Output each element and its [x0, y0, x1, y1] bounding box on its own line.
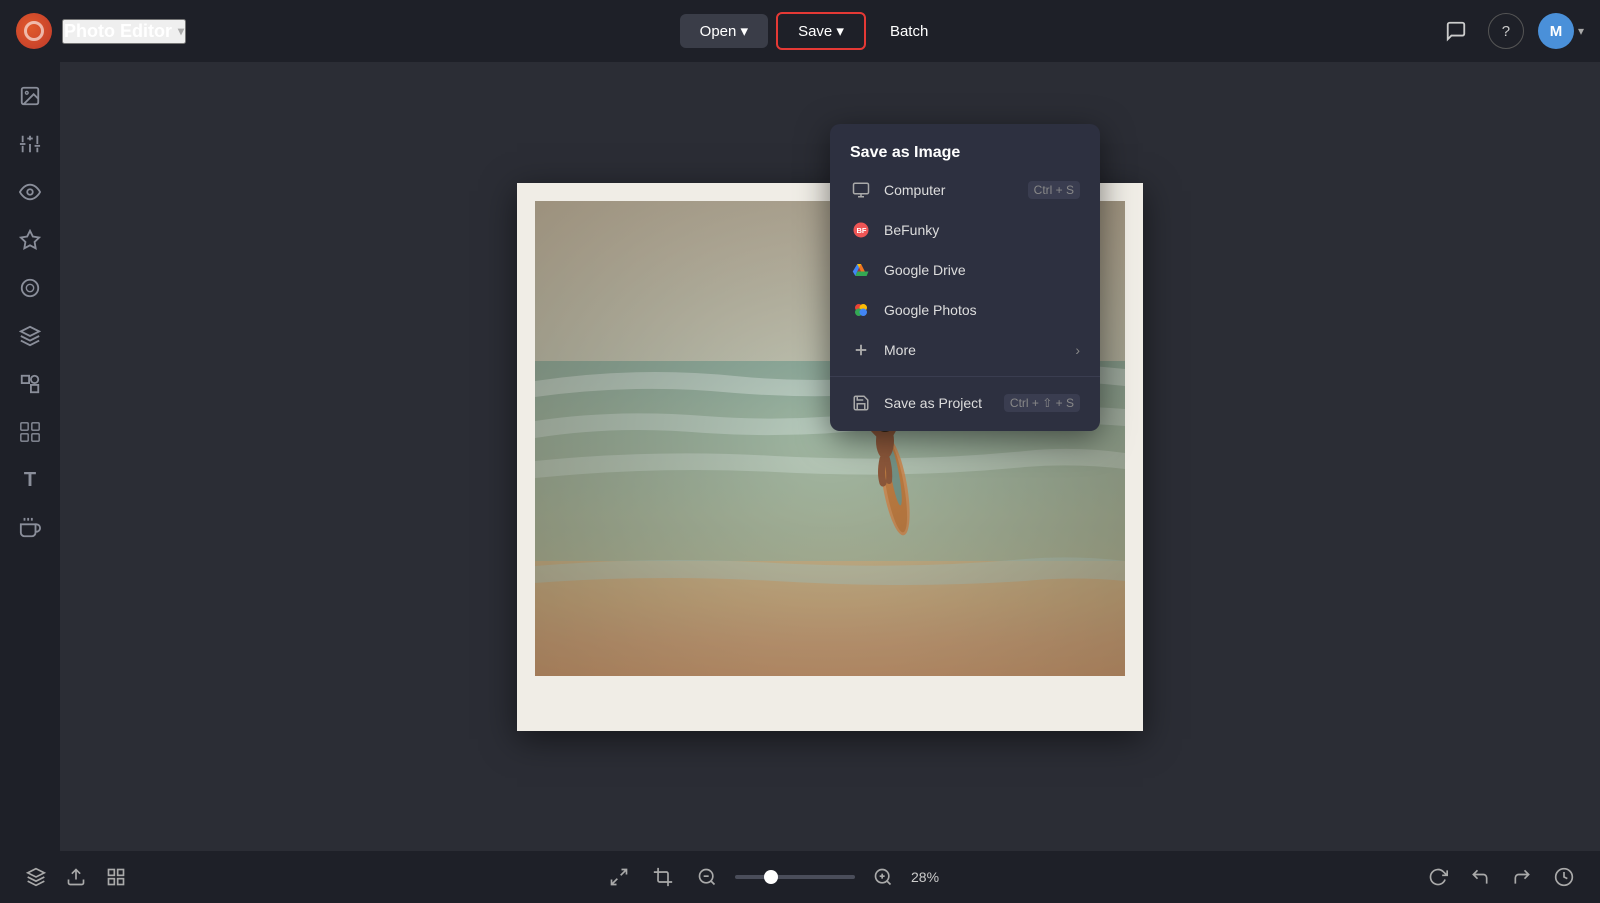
sidebar: T	[0, 62, 60, 851]
avatar-chevron: ▾	[1578, 24, 1584, 38]
save-project-item[interactable]: Save as Project Ctrl + ⇧ + S	[830, 383, 1100, 423]
sidebar-item-touch[interactable]	[8, 506, 52, 550]
layers-bottom-button[interactable]	[20, 861, 52, 893]
save-project-icon	[850, 392, 872, 414]
edit-icon	[19, 133, 41, 155]
nav-right: ? M ▾	[1438, 13, 1584, 49]
nav-center: Open ▾ Save ▾ Batch	[186, 12, 1438, 50]
gdrive-label: Google Drive	[884, 262, 1080, 278]
more-label: More	[884, 342, 1063, 358]
more-plus-icon	[850, 339, 872, 361]
more-chevron-icon: ›	[1075, 342, 1080, 358]
app-logo	[16, 13, 52, 49]
sidebar-item-image[interactable]	[8, 74, 52, 118]
save-image-section-title: Save as Image	[830, 132, 1100, 170]
computer-label: Computer	[884, 182, 1016, 198]
history-icon	[1554, 867, 1574, 887]
layers-bottom-icon	[26, 867, 46, 887]
sidebar-item-text[interactable]: T	[8, 458, 52, 502]
refresh-icon	[1428, 867, 1448, 887]
save-button[interactable]: Save ▾	[776, 12, 866, 50]
zoom-out-button[interactable]	[691, 861, 723, 893]
export-icon	[66, 867, 86, 887]
save-dropdown: Save as Image Computer Ctrl + S	[830, 124, 1100, 431]
fullscreen-icon	[609, 867, 629, 887]
touch-icon	[19, 517, 41, 539]
sidebar-item-touchup[interactable]	[8, 266, 52, 310]
save-computer-item[interactable]: Computer Ctrl + S	[830, 170, 1100, 210]
app-title-chevron: ▾	[178, 24, 184, 38]
undo-icon	[1470, 867, 1490, 887]
chat-button[interactable]	[1438, 13, 1474, 49]
bottom-center-tools: 28%	[142, 861, 1412, 893]
zoom-out-icon	[697, 867, 717, 887]
avatar[interactable]: M	[1538, 13, 1574, 49]
save-more-item[interactable]: More ›	[830, 330, 1100, 370]
crop-icon	[653, 867, 673, 887]
app-title-text: Photo Editor	[64, 21, 172, 42]
sidebar-item-graphics[interactable]	[8, 410, 52, 454]
zoom-slider[interactable]	[735, 875, 855, 879]
history-button[interactable]	[1548, 861, 1580, 893]
crop-button[interactable]	[647, 861, 679, 893]
canvas-area: Save as Image Computer Ctrl + S	[60, 62, 1600, 851]
sidebar-item-edit[interactable]	[8, 122, 52, 166]
bottom-toolbar: 28%	[0, 851, 1600, 903]
befunky-label: BeFunky	[884, 222, 1080, 238]
graphics-icon	[19, 421, 41, 443]
save-gphotos-item[interactable]: Google Photos	[830, 290, 1100, 330]
dropdown-divider	[830, 376, 1100, 377]
sidebar-item-layers[interactable]	[8, 314, 52, 358]
chat-icon	[1445, 20, 1467, 42]
sparkle-icon	[19, 229, 41, 251]
zoom-in-icon	[873, 867, 893, 887]
bottom-left-tools	[20, 861, 132, 893]
zoom-slider-thumb	[764, 870, 778, 884]
eye-icon	[19, 181, 41, 203]
save-gdrive-item[interactable]: Google Drive	[830, 250, 1100, 290]
save-project-label: Save as Project	[884, 395, 992, 411]
fullscreen-button[interactable]	[603, 861, 635, 893]
monitor-icon	[850, 179, 872, 201]
computer-shortcut: Ctrl + S	[1028, 181, 1080, 199]
google-drive-icon	[850, 259, 872, 281]
text-icon: T	[24, 469, 36, 492]
zoom-level-display: 28%	[911, 869, 951, 885]
help-icon: ?	[1502, 23, 1510, 40]
open-button[interactable]: Open ▾	[680, 14, 768, 48]
redo-icon	[1512, 867, 1532, 887]
save-project-shortcut: Ctrl + ⇧ + S	[1004, 394, 1080, 412]
main-layout: T	[0, 62, 1600, 851]
gphotos-label: Google Photos	[884, 302, 1080, 318]
svg-text:BF: BF	[857, 226, 867, 235]
export-bottom-button[interactable]	[60, 861, 92, 893]
batch-button[interactable]: Batch	[874, 15, 944, 48]
image-icon	[19, 85, 41, 107]
sidebar-item-effects[interactable]	[8, 218, 52, 262]
bottom-right-tools	[1422, 861, 1580, 893]
help-button[interactable]: ?	[1488, 13, 1524, 49]
navbar: Photo Editor ▾ Open ▾ Save ▾ Batch ? M ▾	[0, 0, 1600, 62]
undo-button[interactable]	[1464, 861, 1496, 893]
app-title-button[interactable]: Photo Editor ▾	[62, 19, 186, 44]
refresh-button[interactable]	[1422, 861, 1454, 893]
sidebar-item-view[interactable]	[8, 170, 52, 214]
shapes-icon	[19, 373, 41, 395]
save-befunky-item[interactable]: BF BeFunky	[830, 210, 1100, 250]
google-photos-icon	[850, 299, 872, 321]
redo-button[interactable]	[1506, 861, 1538, 893]
zoom-in-button[interactable]	[867, 861, 899, 893]
layers-icon	[19, 325, 41, 347]
befunky-logo-icon: BF	[850, 219, 872, 241]
zoom-slider-container	[735, 875, 855, 879]
grid-icon	[106, 867, 126, 887]
avatar-container[interactable]: M ▾	[1538, 13, 1584, 49]
grid-bottom-button[interactable]	[100, 861, 132, 893]
sidebar-item-shapes[interactable]	[8, 362, 52, 406]
brush-icon	[19, 277, 41, 299]
